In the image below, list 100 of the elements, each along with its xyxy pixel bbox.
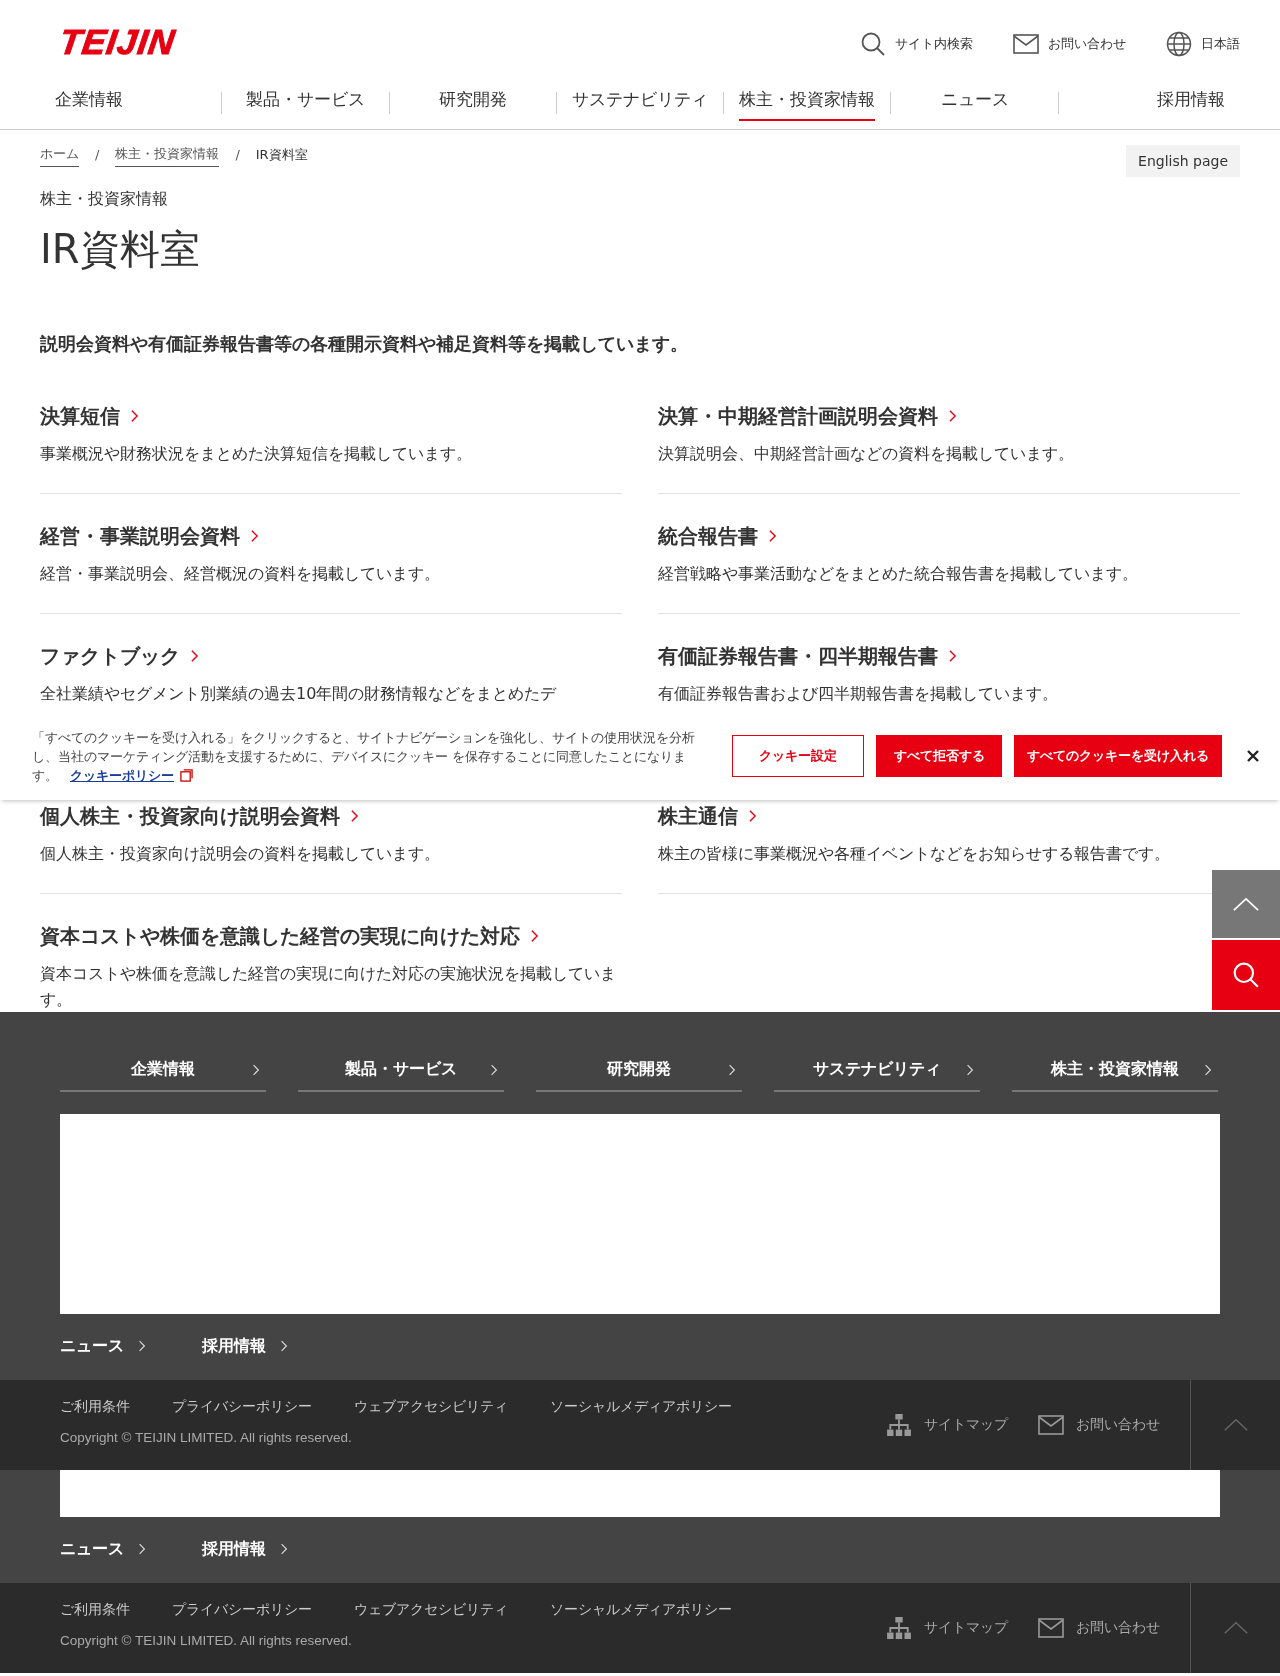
footer-utility-link[interactable]: お問い合わせ — [1038, 1617, 1160, 1639]
globe-icon — [1166, 31, 1192, 57]
footer-nav-link[interactable]: サステナビリティ — [774, 1051, 980, 1092]
card-title-link[interactable]: 個人株主・投資家向け説明会資料 — [40, 801, 359, 831]
footer-link[interactable]: ニュース — [60, 1538, 146, 1560]
chevron-icon — [250, 529, 259, 543]
legal-link[interactable]: ウェブアクセシビリティ — [354, 1601, 508, 1619]
nav-tab[interactable]: 採用情報 — [1156, 84, 1225, 121]
legal-link[interactable]: ソーシャルメディアポリシー — [550, 1601, 732, 1619]
close-icon[interactable] — [1246, 749, 1260, 763]
mail-icon — [1013, 31, 1039, 57]
card-title-link[interactable]: 決算・中期経営計画説明会資料 — [658, 401, 957, 431]
card-description: 株主の皆様に事業概況や各種イベントなどをお知らせする報告書です。 — [658, 843, 1171, 865]
back-to-top-icon[interactable] — [1222, 1418, 1249, 1432]
card-title-link[interactable]: 経営・事業説明会資料 — [40, 521, 259, 551]
chevron-icon — [350, 809, 359, 823]
footer-utility-label[interactable]: サイトマップ — [924, 1416, 1008, 1434]
card-description: 個人株主・投資家向け説明会の資料を掲載しています。 — [40, 843, 441, 865]
breadcrumb-separator: / — [95, 147, 100, 164]
utility-link[interactable]: お問い合わせ — [1013, 31, 1126, 57]
chevron-icon — [190, 649, 199, 663]
footer-utility-label[interactable]: サイトマップ — [924, 1619, 1008, 1637]
footer-link[interactable]: 採用情報 — [202, 1335, 288, 1357]
external-link-icon — [180, 768, 193, 782]
search-icon — [1232, 961, 1260, 989]
chevron-icon — [490, 1062, 498, 1077]
footer-utility-label[interactable]: お問い合わせ — [1076, 1619, 1160, 1637]
chevron-icon — [948, 649, 957, 663]
footer-utility-link[interactable]: サイトマップ — [886, 1414, 1008, 1436]
utility-link[interactable]: サイト内検索 — [860, 31, 973, 57]
chevron-icon — [138, 1542, 146, 1556]
footer-nav-link[interactable]: 製品・サービス — [298, 1051, 504, 1092]
sitemap-icon — [886, 1617, 912, 1639]
cookie-button[interactable]: クッキー設定 — [732, 735, 864, 777]
nav-tab[interactable]: 株主・投資家情報 — [739, 84, 876, 121]
chevron-icon — [768, 529, 777, 543]
legal-link[interactable]: ウェブアクセシビリティ — [354, 1398, 508, 1416]
footer-nav-link[interactable]: 研究開発 — [536, 1051, 742, 1092]
sitemap-icon — [886, 1414, 912, 1436]
utility-link-label[interactable]: 日本語 — [1201, 35, 1240, 53]
legal-link[interactable]: ご利用条件 — [60, 1601, 130, 1619]
breadcrumb-current: IR資料室 — [255, 145, 308, 164]
nav-tab[interactable]: サステナビリティ — [572, 84, 708, 121]
card-description: 資本コストや株価を意識した経営の実現に向けた対応の実施状況を掲載しています。 — [40, 963, 617, 1011]
page-title: IR資料室 — [40, 225, 201, 274]
mail-icon — [1038, 1617, 1064, 1639]
legal-link[interactable]: ご利用条件 — [60, 1398, 130, 1416]
teijin-logo[interactable]: TEIJIN — [57, 24, 178, 60]
lead-text: 説明会資料や有価証券報告書等の各種開示資料や補足資料等を掲載しています。 — [40, 332, 689, 356]
legal-link[interactable]: プライバシーポリシー — [172, 1398, 312, 1416]
utility-link-label[interactable]: お問い合わせ — [1048, 35, 1126, 53]
chevron-icon — [728, 1062, 736, 1077]
breadcrumb-link[interactable]: ホーム — [40, 145, 79, 167]
card-title-link[interactable]: ファクトブック — [40, 641, 199, 671]
legal-link[interactable]: プライバシーポリシー — [172, 1601, 312, 1619]
copyright-text: Copyright © TEIJIN LIMITED. All rights reserved. — [60, 1430, 353, 1445]
chevron-icon — [748, 809, 757, 823]
card-title-link[interactable]: 株主通信 — [658, 801, 757, 831]
card-title-link[interactable]: 資本コストや株価を意識した経営の実現に向けた対応 — [40, 921, 539, 951]
card-title-link[interactable]: 有価証券報告書・四半期報告書 — [658, 641, 957, 671]
footer-nav-link[interactable]: 企業情報 — [60, 1051, 266, 1092]
card-description: 経営戦略や事業活動などをまとめた統合報告書を掲載しています。 — [658, 563, 1139, 585]
breadcrumb-link[interactable]: 株主・投資家情報 — [115, 145, 220, 167]
footer-utility-label[interactable]: お問い合わせ — [1076, 1416, 1160, 1434]
card-title-link[interactable]: 決算短信 — [40, 401, 139, 431]
footer-link[interactable]: ニュース — [60, 1335, 146, 1357]
footer-utility-link[interactable]: お問い合わせ — [1038, 1414, 1160, 1436]
cookie-button[interactable]: すべて拒否する — [876, 735, 1002, 777]
chevron-icon — [252, 1062, 260, 1077]
nav-tab[interactable]: 研究開発 — [438, 84, 507, 121]
search-icon — [860, 31, 886, 57]
nav-tab[interactable]: 製品・サービス — [245, 84, 365, 121]
cookie-policy-link[interactable]: クッキーポリシー — [70, 765, 193, 785]
footer-link[interactable]: 採用情報 — [202, 1538, 288, 1560]
chevron-icon — [280, 1339, 288, 1353]
footer-nav-link[interactable]: 株主・投資家情報 — [1012, 1051, 1218, 1092]
nav-tab[interactable]: 企業情報 — [55, 84, 123, 121]
breadcrumb-separator: / — [235, 147, 240, 164]
chevron-icon — [138, 1339, 146, 1353]
card-description: 経営・事業説明会、経営概況の資料を掲載しています。 — [40, 563, 441, 585]
chevron-icon — [130, 409, 139, 423]
utility-link-label[interactable]: サイト内検索 — [895, 35, 973, 53]
mail-icon — [1038, 1414, 1064, 1436]
chevron-icon — [530, 929, 539, 943]
cookie-button[interactable]: すべてのクッキーを受け入れる — [1014, 735, 1222, 777]
copyright-text: Copyright © TEIJIN LIMITED. All rights reserved. — [60, 1633, 353, 1648]
chevron-icon — [280, 1542, 288, 1556]
footer-utility-link[interactable]: サイトマップ — [886, 1617, 1008, 1639]
section-label: 株主・投資家情報 — [40, 189, 169, 210]
cookie-text: 「すべてのクッキーを受け入れる」をクリックすると、サイトナビゲーションを強化し、サイトの使用状況を分析し、当社のマーケティング活動を支援するために、デバイスにクッキー を保存することに同意したことになります。 クッキーポリシー — [32, 728, 696, 785]
english-page-button[interactable]: English page — [1126, 145, 1240, 177]
card-description: 決算説明会、中期経営計画などの資料を掲載しています。 — [658, 443, 1075, 465]
search-button[interactable] — [1212, 940, 1280, 1010]
nav-tab[interactable]: ニュース — [940, 84, 1009, 121]
legal-link[interactable]: ソーシャルメディアポリシー — [550, 1398, 732, 1416]
card-title-link[interactable]: 統合報告書 — [658, 521, 777, 551]
utility-link[interactable]: 日本語 — [1166, 31, 1240, 57]
card-description: 全社業績やセグメント別業績の過去10年間の財務情報などをまとめたデ — [40, 683, 558, 705]
back-to-top-icon[interactable] — [1222, 1621, 1249, 1635]
chevron-icon — [1204, 1062, 1212, 1077]
